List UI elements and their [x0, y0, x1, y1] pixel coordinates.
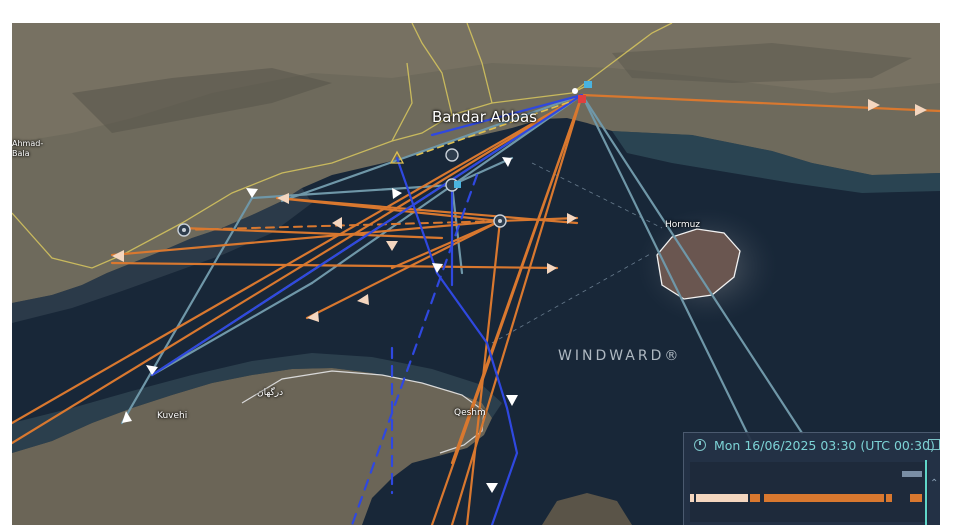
chevron-up-icon[interactable]: ⌃ — [930, 478, 938, 489]
vessel-icon — [454, 181, 461, 188]
timeline-segment — [690, 494, 694, 502]
timeline-segment — [886, 494, 892, 502]
vessel-icon — [584, 81, 592, 88]
place-label-qeshm: Qeshm — [454, 408, 486, 418]
timeline-datetime: Mon 16/06/2025 03:30 (UTC 00:30) — [714, 438, 935, 453]
timeline-minimap-marker — [902, 471, 922, 477]
place-label-hormuz: Hormuz — [665, 220, 701, 230]
timeline-track-area[interactable] — [690, 462, 928, 522]
map-frame[interactable]: Bandar Abbas Hormuz Ahmad- Bala Kuvehi Q… — [12, 23, 940, 525]
timeline-segment — [764, 494, 884, 502]
timeline-activity-bar[interactable] — [690, 494, 922, 502]
timeline-segment — [910, 494, 922, 502]
timeline-panel[interactable]: Mon 16/06/2025 03:30 (UTC 00:30) ⌃ — [683, 432, 940, 525]
timeline-header: Mon 16/06/2025 03:30 (UTC 00:30) — [684, 433, 940, 458]
place-label-ahmad-bala-line1: Ahmad- — [12, 139, 44, 148]
clock-icon — [694, 439, 706, 451]
windward-watermark: WINDWARD® — [558, 348, 682, 364]
timeline-cursor[interactable] — [925, 460, 927, 525]
port-marker — [445, 148, 459, 162]
place-label-kuvehi: Kuvehi — [157, 411, 188, 421]
calendar-icon[interactable] — [928, 439, 940, 450]
place-label-ahmad-bala-line2: Bala — [12, 149, 30, 158]
place-label-bandar-abbas: Bandar Abbas — [432, 108, 537, 126]
timeline-segment — [750, 494, 760, 502]
timeline-segment — [696, 494, 748, 502]
vessel-icon-red — [578, 95, 586, 103]
place-label-dargahan: درگهان — [257, 388, 284, 398]
